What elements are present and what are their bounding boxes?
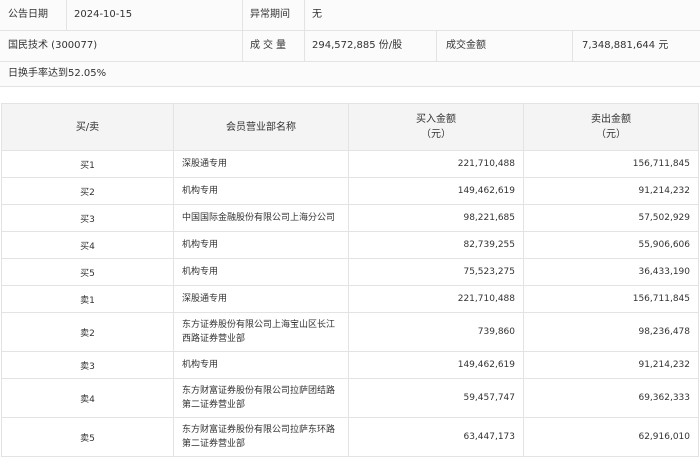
stock-name: 国民技术 (300077) [8,40,98,51]
table-row: 买4 机构专用 82,739,255 55,906,606 [1,231,699,259]
table-row: 买1 深股通专用 221,710,488 156,711,845 [1,150,699,178]
table-row: 卖1 深股通专用 221,710,488 156,711,845 [1,285,699,313]
table-row: 卖3 机构专用 149,462,619 91,214,232 [1,351,699,379]
row-sell-amount: 57,502,929 [523,204,699,232]
turnover-note: 日换手率达到52.05% [8,68,107,79]
summary-row-trade: 国民技术 (300077) 成交量 294,572,885 份/股 成交金额 7… [0,31,700,62]
row-side: 卖4 [1,378,174,418]
row-dept: 深股通专用 [173,285,349,313]
row-buy-amount: 63,447,173 [348,417,524,457]
row-buy-amount: 221,710,488 [348,150,524,178]
row-dept: 机构专用 [173,177,349,205]
header-side: 买/卖 [1,103,174,151]
row-sell-amount: 91,214,232 [523,351,699,379]
table-row: 买5 机构专用 75,523,275 36,433,190 [1,258,699,286]
table-row: 卖2 东方证券股份有限公司上海宝山区长江 西路证券营业部 739,860 98,… [1,312,699,352]
row-dept: 中国国际金融股份有限公司上海分公司 [173,204,349,232]
row-side: 买4 [1,231,174,259]
row-dept: 机构专用 [173,231,349,259]
table-row: 卖5 东方财富证券股份有限公司拉萨东环路 第二证券营业部 63,447,173 … [1,417,699,457]
volume-value: 294,572,885 份/股 [312,40,403,51]
row-buy-amount: 82,739,255 [348,231,524,259]
header-sell-amount: 卖出金额 （元） [523,103,699,151]
summary-row-turnover: 日换手率达到52.05% [0,62,700,87]
row-dept: 深股通专用 [173,150,349,178]
divider [242,31,243,61]
divider [304,31,305,61]
trading-seats-table: 买/卖 会员营业部名称 买入金额 （元） 卖出金额 （元） 买1 深股通专用 2… [1,103,699,457]
row-sell-amount: 55,906,606 [523,231,699,259]
row-buy-amount: 739,860 [348,312,524,352]
row-buy-amount: 149,462,619 [348,177,524,205]
row-buy-amount: 221,710,488 [348,285,524,313]
divider [66,0,67,30]
abnormal-period-label: 异常期间 [250,9,290,20]
amount-label: 成交金额 [446,40,486,51]
row-side: 卖3 [1,351,174,379]
row-side: 买1 [1,150,174,178]
row-buy-amount: 98,221,685 [348,204,524,232]
row-buy-amount: 149,462,619 [348,351,524,379]
divider [304,0,305,30]
row-side: 卖1 [1,285,174,313]
table-row: 买2 机构专用 149,462,619 91,214,232 [1,177,699,205]
table-header-row: 买/卖 会员营业部名称 买入金额 （元） 卖出金额 （元） [1,103,699,151]
divider [436,31,437,61]
row-side: 买3 [1,204,174,232]
divider [572,31,573,61]
announce-date-label: 公告日期 [8,9,48,20]
volume-label: 成交量 [250,40,289,51]
row-sell-amount: 62,916,010 [523,417,699,457]
row-dept: 东方财富证券股份有限公司拉萨团结路 第二证券营业部 [173,378,349,418]
row-buy-amount: 75,523,275 [348,258,524,286]
row-sell-amount: 156,711,845 [523,150,699,178]
row-sell-amount: 156,711,845 [523,285,699,313]
summary-row-date: 公告日期 2024-10-15 异常期间 无 [0,0,700,31]
row-sell-amount: 36,433,190 [523,258,699,286]
announce-date-value: 2024-10-15 [74,9,133,20]
row-buy-amount: 59,457,747 [348,378,524,418]
row-dept: 东方财富证券股份有限公司拉萨东环路 第二证券营业部 [173,417,349,457]
row-dept: 机构专用 [173,258,349,286]
row-dept: 东方证券股份有限公司上海宝山区长江 西路证券营业部 [173,312,349,352]
row-sell-amount: 98,236,478 [523,312,699,352]
header-dept: 会员营业部名称 [173,103,349,151]
divider [242,0,243,30]
row-dept: 机构专用 [173,351,349,379]
header-buy-amount: 买入金额 （元） [348,103,524,151]
amount-value: 7,348,881,644 元 [582,40,669,51]
row-side: 卖2 [1,312,174,352]
row-sell-amount: 69,362,333 [523,378,699,418]
row-sell-amount: 91,214,232 [523,177,699,205]
row-side: 卖5 [1,417,174,457]
table-row: 卖4 东方财富证券股份有限公司拉萨团结路 第二证券营业部 59,457,747 … [1,378,699,418]
row-side: 买2 [1,177,174,205]
abnormal-period-value: 无 [312,9,322,20]
row-side: 买5 [1,258,174,286]
table-row: 买3 中国国际金融股份有限公司上海分公司 98,221,685 57,502,9… [1,204,699,232]
